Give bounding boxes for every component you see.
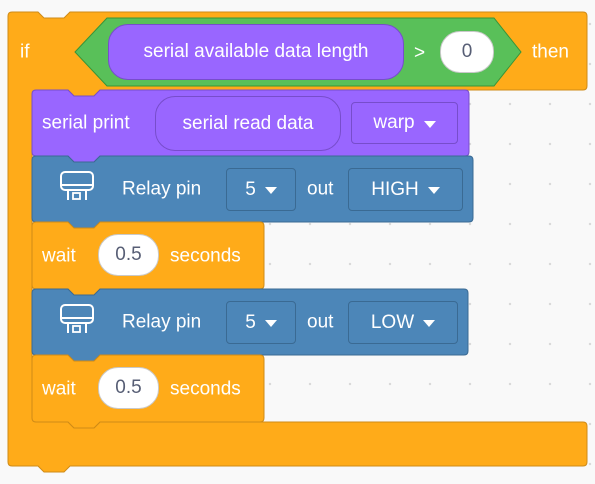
relay-level-value-high: HIGH — [371, 178, 419, 200]
relay-out-label: out — [307, 311, 334, 333]
serial-read-data-label: serial read data — [182, 112, 314, 134]
chevron-down-icon — [427, 187, 440, 194]
chevron-down-icon — [264, 187, 277, 194]
relay-high-pin-value: 5 — [245, 178, 256, 200]
chevron-down-icon — [264, 320, 277, 327]
relay-level-value-low: LOW — [370, 311, 415, 333]
wait-seconds-value-2: 0.5 — [115, 377, 142, 398]
relay-level-dropdown-low[interactable]: LOW — [348, 301, 458, 344]
relay-icon — [60, 304, 94, 333]
serial-available-reporter[interactable]: serial available data length — [108, 24, 404, 80]
then-label: then — [532, 41, 569, 63]
relay-pin-label: Relay pin — [122, 311, 202, 333]
chevron-down-icon — [423, 120, 436, 128]
serial-mode-value: warp — [373, 112, 415, 133]
greater-than-operator: > — [414, 42, 426, 64]
wait-seconds-input-1[interactable]: 0.5 — [98, 234, 159, 276]
relay-pin-label: Relay pin — [122, 178, 202, 200]
wait-seconds-input-2[interactable]: 0.5 — [98, 367, 159, 409]
relay-out-label: out — [307, 178, 334, 200]
serial-mode-dropdown[interactable]: warp — [351, 102, 458, 144]
seconds-label: seconds — [170, 378, 241, 400]
relay-low-pin-value: 5 — [245, 311, 256, 333]
relay-low-pin-dropdown[interactable]: 5 — [226, 301, 296, 344]
compare-value-text: 0 — [461, 41, 473, 62]
wait-label: wait — [42, 245, 76, 267]
chevron-down-icon — [423, 320, 436, 327]
wait-label: wait — [42, 378, 76, 400]
serial-print-label: serial print — [42, 112, 130, 134]
wait-seconds-value-1: 0.5 — [115, 244, 142, 265]
relay-level-dropdown-high[interactable]: HIGH — [348, 168, 463, 211]
compare-value-input[interactable]: 0 — [440, 31, 494, 73]
seconds-label: seconds — [170, 245, 241, 267]
serial-read-data-reporter[interactable]: serial read data — [155, 96, 341, 151]
serial-available-reporter-label: serial available data length — [143, 41, 369, 62]
code-canvas[interactable]: if serial available data length > 0 then… — [0, 0, 595, 484]
if-label: if — [20, 41, 30, 63]
relay-high-pin-dropdown[interactable]: 5 — [226, 168, 296, 211]
relay-icon — [60, 171, 94, 200]
